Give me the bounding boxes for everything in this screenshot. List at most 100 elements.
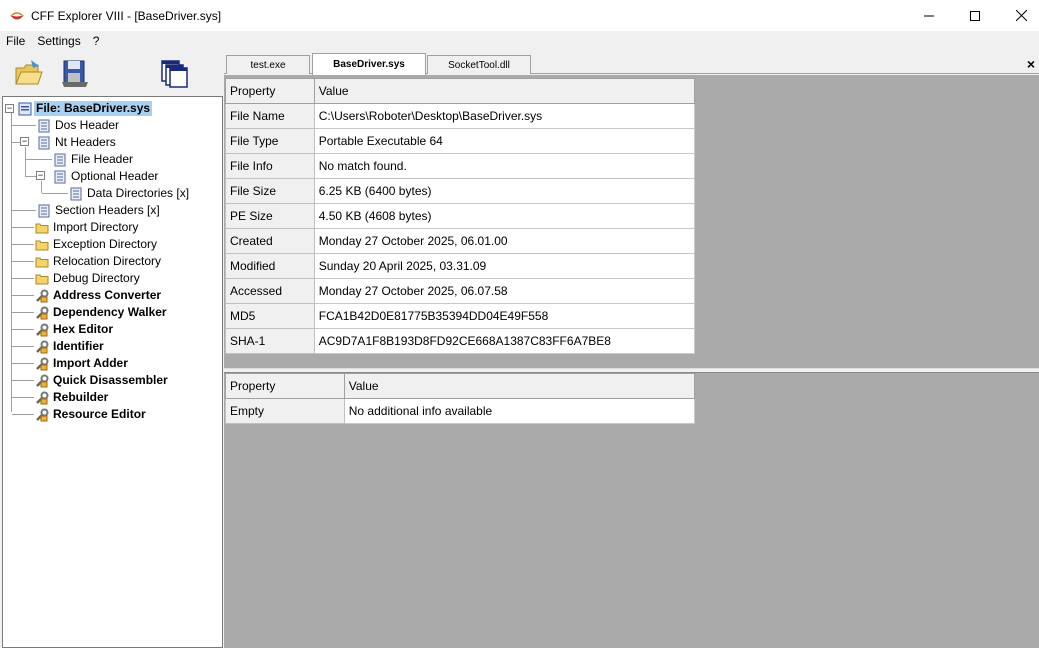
tab-sockettool-dll[interactable]: SocketTool.dll: [427, 55, 531, 74]
value-cell[interactable]: No match found.: [313, 153, 696, 179]
folder-icon: [35, 240, 49, 250]
value-cell[interactable]: Monday 27 October 2025, 06.07.58: [313, 278, 696, 304]
tree-root-file[interactable]: − File: BaseDriver.sys: [5, 100, 153, 117]
property-cell[interactable]: SHA-1: [225, 328, 315, 354]
tree-line: [25, 147, 26, 177]
table-row[interactable]: File Info No match found.: [225, 153, 696, 179]
header-doc-icon: [54, 170, 66, 183]
tool-address-converter[interactable]: Address Converter: [35, 287, 163, 304]
tree-item-debug-directory[interactable]: Debug Directory: [35, 270, 142, 287]
table-row[interactable]: Created Monday 27 October 2025, 06.01.00: [225, 228, 696, 254]
tree-item-dos-header[interactable]: Dos Header: [37, 117, 121, 134]
tool-dependency-walker[interactable]: Dependency Walker: [35, 304, 169, 321]
tree-root-label: File: BaseDriver.sys: [34, 101, 153, 116]
table-row[interactable]: File Type Portable Executable 64: [225, 128, 696, 154]
column-header-value[interactable]: Value: [343, 373, 696, 399]
toolbar: [0, 52, 222, 94]
value-cell[interactable]: No additional info available: [343, 398, 696, 424]
minimize-icon: [924, 15, 934, 16]
value-cell[interactable]: C:\Users\Roboter\Desktop\BaseDriver.sys: [313, 103, 696, 129]
tree-item-exception-directory[interactable]: Exception Directory: [35, 236, 159, 253]
value-cell[interactable]: Monday 27 October 2025, 06.01.00: [313, 228, 696, 254]
windows-button[interactable]: [157, 56, 191, 90]
property-cell[interactable]: Accessed: [225, 278, 315, 304]
tool-wrench-icon: [36, 408, 49, 421]
tool-label: Rebuilder: [53, 390, 109, 404]
tool-rebuilder[interactable]: Rebuilder: [35, 389, 110, 406]
tool-wrench-icon: [36, 323, 49, 336]
table-row[interactable]: SHA-1 AC9D7A1F8B193D8FD92CE668A1387C83FF6…: [225, 328, 696, 354]
window-title: CFF Explorer VIII - [BaseDriver.sys]: [31, 8, 222, 23]
tree-item-import-directory[interactable]: Import Directory: [35, 219, 140, 236]
tool-label: Identifier: [53, 339, 104, 353]
property-cell[interactable]: File Type: [225, 128, 315, 154]
property-cell[interactable]: Empty: [225, 398, 345, 424]
column-header-property[interactable]: Property: [225, 373, 345, 399]
tree-item-section-headers[interactable]: Section Headers [x]: [37, 202, 162, 219]
maximize-button[interactable]: [952, 0, 998, 31]
open-folder-icon: [15, 60, 43, 85]
property-cell[interactable]: Modified: [225, 253, 315, 279]
tree-item-relocation-directory[interactable]: Relocation Directory: [35, 253, 163, 270]
collapse-icon[interactable]: −: [20, 137, 29, 146]
property-cell[interactable]: MD5: [225, 303, 315, 329]
table-row[interactable]: Empty No additional info available: [225, 398, 696, 424]
table-row[interactable]: File Size 6.25 KB (6400 bytes): [225, 178, 696, 204]
maximize-icon: [970, 10, 980, 21]
tool-wrench-icon: [36, 306, 49, 319]
minimize-button[interactable]: [906, 0, 952, 31]
table-row[interactable]: Accessed Monday 27 October 2025, 06.07.58: [225, 278, 696, 304]
property-cell[interactable]: Created: [225, 228, 315, 254]
tree-line: [12, 295, 34, 296]
menu-help[interactable]: ?: [87, 34, 106, 48]
menu-bar: File Settings ?: [0, 31, 1039, 51]
content-area: Property Value File Name C:\Users\Roboter…: [224, 75, 1039, 648]
value-cell[interactable]: FCA1B42D0E81775B35394DD04E49F558: [313, 303, 696, 329]
app-icon: [10, 11, 24, 19]
tree-item-nt-headers[interactable]: Nt Headers: [37, 134, 118, 151]
column-header-property[interactable]: Property: [225, 78, 315, 104]
header-doc-icon: [38, 136, 50, 149]
tool-hex-editor[interactable]: Hex Editor: [35, 321, 115, 338]
property-cell[interactable]: File Size: [225, 178, 315, 204]
table-row[interactable]: File Name C:\Users\Roboter\Desktop\BaseDr…: [225, 103, 696, 129]
open-file-button[interactable]: [11, 56, 45, 90]
folder-icon: [35, 274, 49, 284]
value-cell[interactable]: Portable Executable 64: [313, 128, 696, 154]
close-tab-icon[interactable]: ×: [1027, 56, 1035, 72]
tree-item-optional-header[interactable]: Optional Header: [53, 168, 160, 185]
table-row[interactable]: PE Size 4.50 KB (4608 bytes): [225, 203, 696, 229]
tree-panel: − File: BaseDriver.sys Dos Header − Nt H…: [2, 96, 223, 648]
file-icon: [18, 102, 32, 115]
tree-item-data-directories[interactable]: Data Directories [x]: [69, 185, 191, 202]
table-row[interactable]: MD5 FCA1B42D0E81775B35394DD04E49F558: [225, 303, 696, 329]
tab-strip: test.exe BaseDriver.sys SocketTool.dll ×: [224, 52, 1039, 75]
menu-settings[interactable]: Settings: [31, 34, 86, 48]
collapse-icon[interactable]: −: [5, 104, 14, 113]
property-cell[interactable]: File Name: [225, 103, 315, 129]
cascade-windows-icon: [161, 60, 188, 88]
tab-test-exe[interactable]: test.exe: [226, 55, 310, 74]
property-cell[interactable]: PE Size: [225, 203, 315, 229]
value-cell[interactable]: AC9D7A1F8B193D8FD92CE668A1387C83FF6A7BE8: [313, 328, 696, 354]
tree-item-label: Relocation Directory: [53, 254, 162, 268]
table-row[interactable]: Modified Sunday 20 April 2025, 03.31.09: [225, 253, 696, 279]
tool-resource-editor[interactable]: Resource Editor: [35, 406, 148, 423]
tool-identifier[interactable]: Identifier: [35, 338, 106, 355]
tree-item-file-header[interactable]: File Header: [53, 151, 135, 168]
tree-item-label: Debug Directory: [53, 271, 140, 285]
tool-import-adder[interactable]: Import Adder: [35, 355, 130, 372]
property-cell[interactable]: File Info: [225, 153, 315, 179]
value-cell[interactable]: 6.25 KB (6400 bytes): [313, 178, 696, 204]
column-header-value[interactable]: Value: [313, 78, 696, 104]
tool-quick-disassembler[interactable]: Quick Disassembler: [35, 372, 170, 389]
save-button[interactable]: [58, 56, 92, 90]
value-cell[interactable]: Sunday 20 April 2025, 03.31.09: [313, 253, 696, 279]
value-cell[interactable]: 4.50 KB (4608 bytes): [313, 203, 696, 229]
tree-line: [12, 312, 34, 313]
close-button[interactable]: [998, 0, 1039, 31]
collapse-icon[interactable]: −: [36, 171, 45, 180]
tab-basedriver-sys[interactable]: BaseDriver.sys: [312, 53, 426, 75]
tool-wrench-icon: [36, 374, 49, 387]
menu-file[interactable]: File: [0, 34, 31, 48]
